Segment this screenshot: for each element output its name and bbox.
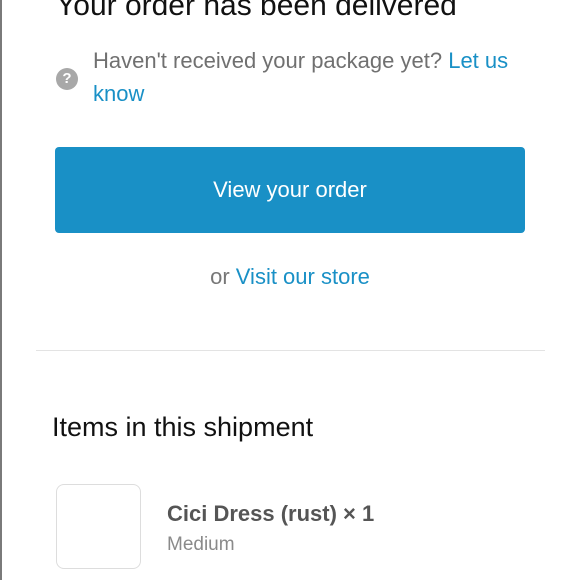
item-variant: Medium (167, 534, 235, 555)
help-message: Haven't received your package yet? Let u… (93, 44, 531, 110)
shipment-section-title: Items in this shipment (52, 412, 314, 442)
help-text: Haven't received your package yet? (93, 48, 443, 73)
item-details: Cici Dress (rust) × 1 Medium (167, 484, 374, 558)
section-divider (36, 350, 545, 351)
visit-store-link[interactable]: Visit our store (236, 264, 370, 289)
or-text: or (210, 264, 230, 289)
view-order-button[interactable]: View your order (55, 147, 525, 233)
item-name: Cici Dress (rust) × 1 (167, 501, 375, 526)
list-item: Cici Dress (rust) × 1 Medium (56, 484, 374, 569)
page-title: Your order has been delivered (56, 0, 457, 22)
question-circle-icon: ? (56, 68, 78, 90)
product-thumbnail (56, 484, 141, 569)
delivery-help-notice: ? Haven't received your package yet? Let… (56, 44, 531, 110)
alternate-action: or Visit our store (0, 262, 580, 292)
